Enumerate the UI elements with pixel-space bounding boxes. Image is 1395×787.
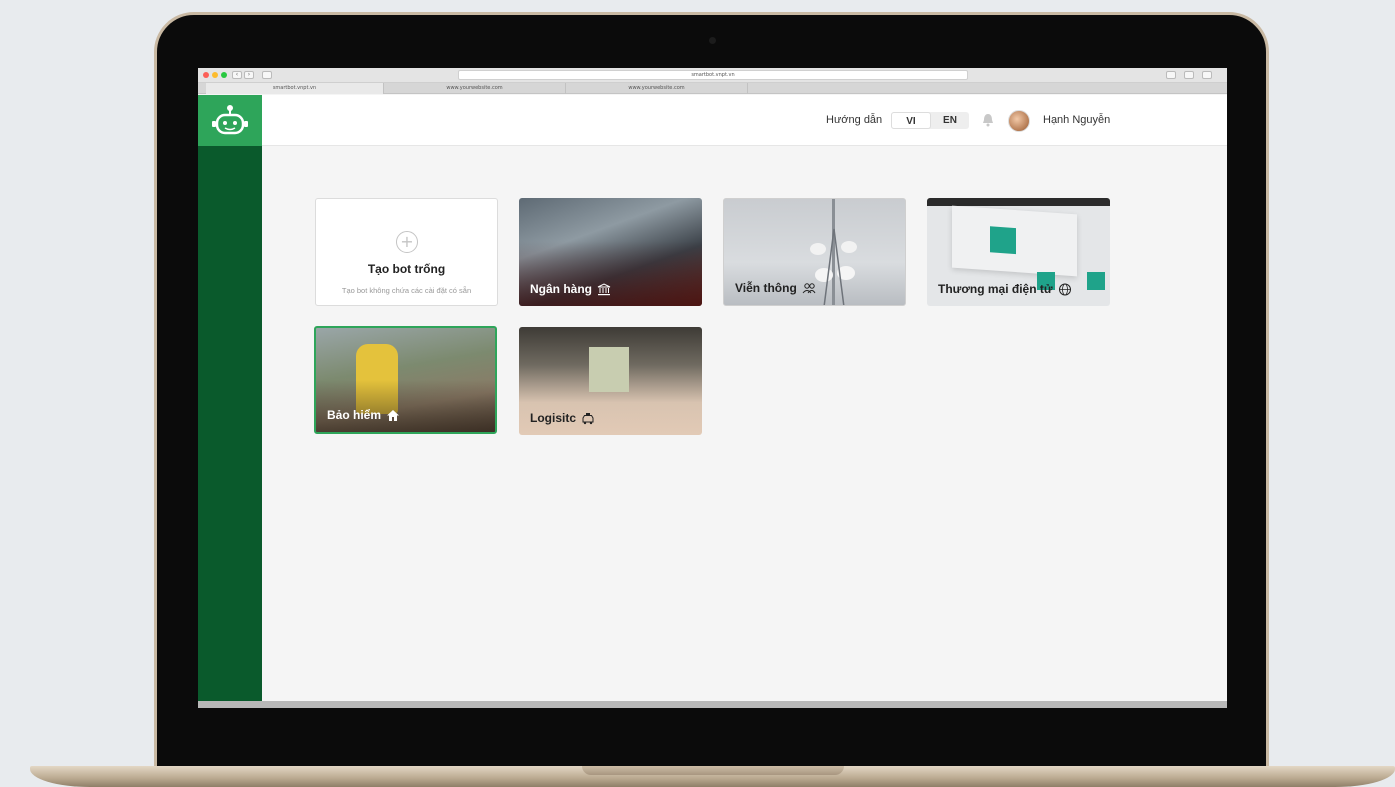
logo[interactable] — [198, 95, 262, 146]
bank-card-text: Ngân hàng — [530, 282, 592, 296]
telecom-card-text: Viễn thông — [735, 281, 797, 295]
tabs-overview-icon[interactable] — [1184, 71, 1194, 79]
logistics-template-card[interactable]: Logisitc — [519, 327, 702, 435]
ecommerce-card-text: Thương mại điện tử — [938, 282, 1053, 296]
telecom-template-card[interactable]: Viễn thông — [723, 198, 906, 306]
globe-icon — [1058, 283, 1071, 295]
minimize-window-icon[interactable] — [212, 72, 218, 78]
lang-vi-button[interactable]: VI — [891, 112, 931, 129]
insurance-card-text: Bảo hiểm — [327, 408, 382, 422]
settings-icon[interactable] — [1202, 71, 1212, 79]
taxi-icon — [582, 412, 594, 424]
screen: ‹ › smartbot.vnpt.vn smartbot.vnpt.vn ww… — [198, 68, 1227, 708]
logistics-warehouse-image — [589, 347, 629, 392]
back-icon[interactable]: ‹ — [232, 71, 242, 79]
tab-smartbot[interactable]: smartbot.vnpt.vn — [206, 83, 384, 94]
blank-bot-subtitle: Tạo bot không chứa các cài đặt có sẵn — [341, 286, 472, 295]
ecommerce-screenshot-panel — [952, 205, 1077, 277]
ecommerce-template-card[interactable]: Thương mại điện tử — [927, 198, 1110, 306]
telecom-card-label: Viễn thông — [735, 281, 816, 295]
user-name[interactable]: Hạnh Nguyễn — [1043, 114, 1110, 126]
browser-toolbar: ‹ › smartbot.vnpt.vn — [198, 68, 1227, 83]
ecommerce-card-label: Thương mại điện tử — [938, 282, 1072, 296]
house-icon — [387, 409, 400, 421]
guide-link[interactable]: Hướng dẫn — [826, 114, 882, 126]
tab-website-1[interactable]: www.yourwebsite.com — [384, 83, 566, 94]
ecommerce-thumb-2 — [1087, 272, 1105, 290]
close-window-icon[interactable] — [203, 72, 209, 78]
lang-en-button[interactable]: EN — [931, 112, 969, 129]
laptop-notch — [582, 766, 844, 775]
logistics-card-label: Logisitc — [530, 411, 595, 425]
maximize-window-icon[interactable] — [221, 72, 227, 78]
logistics-card-text: Logisitc — [530, 411, 577, 425]
bell-icon[interactable] — [982, 113, 994, 127]
sidebar — [198, 146, 262, 702]
people-icon — [802, 282, 816, 293]
tab-website-2[interactable]: www.yourwebsite.com — [566, 83, 748, 94]
blank-bot-title: Tạo bot trống — [367, 262, 446, 276]
address-bar[interactable]: smartbot.vnpt.vn — [458, 70, 968, 80]
insurance-template-card[interactable]: Bảo hiểm — [314, 326, 497, 434]
share-icon[interactable] — [1166, 71, 1176, 79]
camera — [709, 37, 716, 44]
plus-icon: + — [396, 231, 418, 253]
avatar[interactable] — [1008, 110, 1030, 132]
forward-icon[interactable]: › — [244, 71, 254, 79]
robot-icon — [212, 104, 248, 134]
sidebar-toggle-icon[interactable] — [262, 71, 272, 79]
bank-template-card[interactable]: Ngân hàng — [519, 198, 702, 306]
screen-bottom-bar — [198, 701, 1227, 708]
bank-icon — [597, 282, 611, 295]
bank-card-label: Ngân hàng — [530, 282, 611, 296]
tab-bar: smartbot.vnpt.vn www.yourwebsite.com www… — [198, 83, 1227, 94]
ecommerce-logo-tile — [990, 226, 1016, 255]
language-toggle: VI EN — [891, 112, 969, 129]
insurance-card-label: Bảo hiểm — [327, 408, 400, 422]
create-blank-bot-card[interactable]: + Tạo bot trống Tạo bot không chứa các c… — [315, 198, 498, 306]
